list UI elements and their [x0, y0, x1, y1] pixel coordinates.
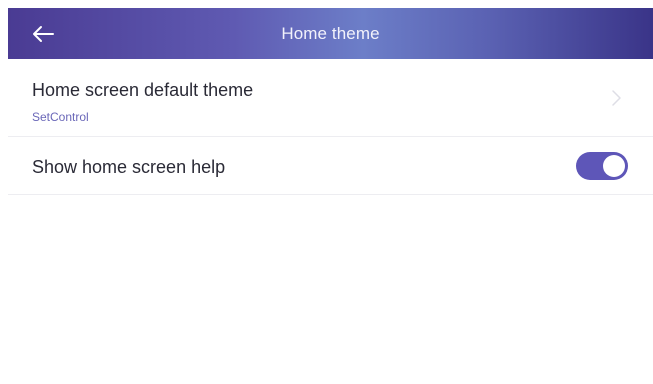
toggle-knob: [603, 155, 625, 177]
settings-list: Home screen default theme SetControl Sho…: [8, 59, 653, 195]
home-theme-screen: Home theme Home screen default theme Set…: [0, 0, 653, 384]
chevron-right-icon: [612, 90, 621, 106]
arrow-left-icon: [33, 26, 54, 42]
setting-title: Home screen default theme: [32, 80, 254, 100]
setting-value: SetControl: [32, 110, 89, 124]
back-button[interactable]: [26, 18, 60, 50]
page-title: Home theme: [281, 23, 380, 43]
app-header: Home theme: [8, 8, 653, 59]
setting-home-screen-default-theme[interactable]: Home screen default theme SetControl: [8, 59, 653, 137]
setting-show-home-screen-help: Show home screen help: [8, 137, 653, 195]
help-toggle-switch[interactable]: [576, 152, 628, 180]
setting-title: Show home screen help: [32, 157, 226, 177]
